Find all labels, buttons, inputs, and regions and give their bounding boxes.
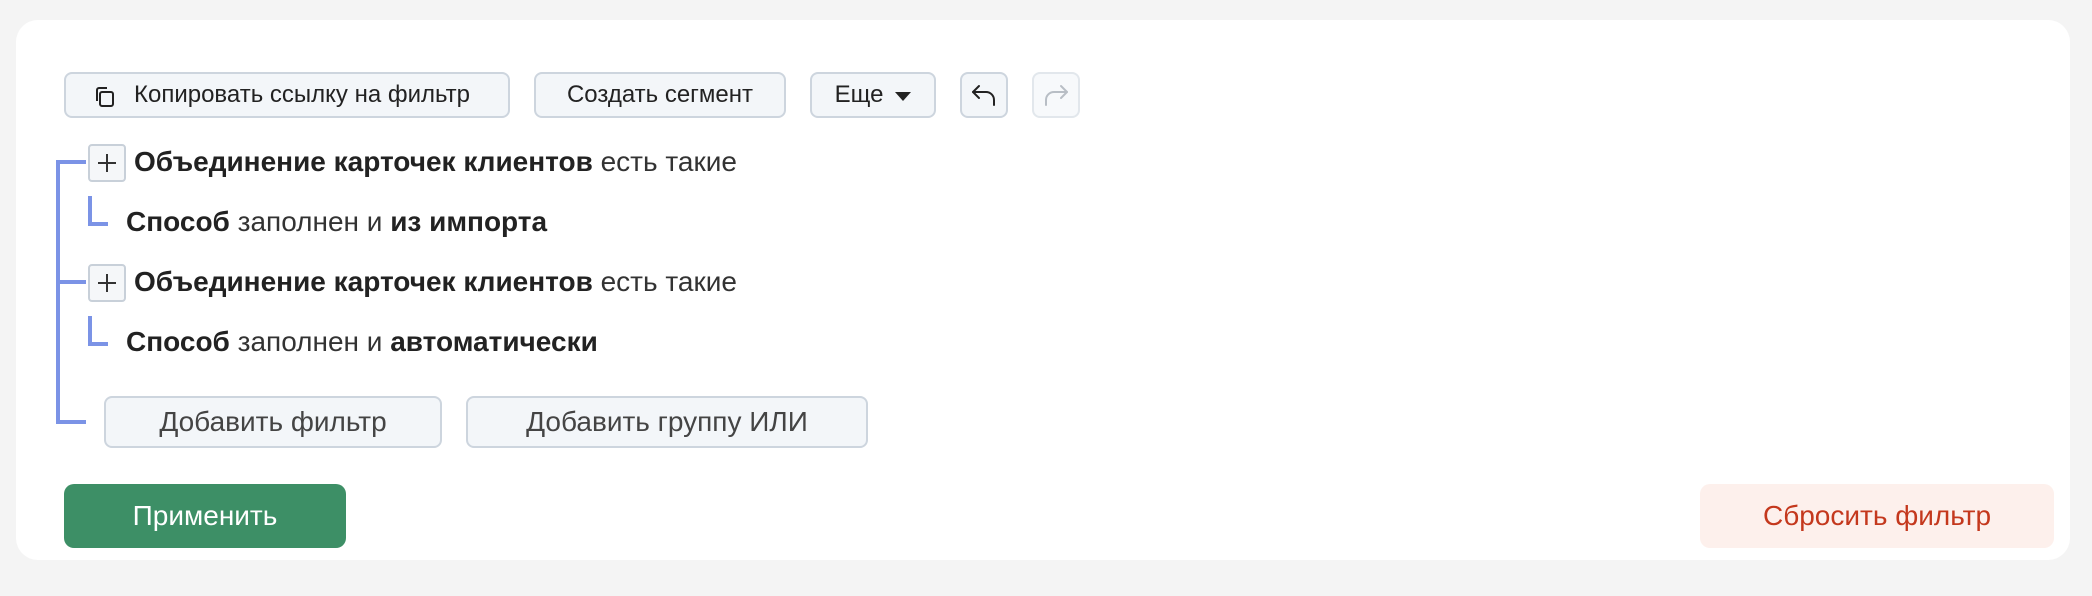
filter-field-name: Объединение карточек клиентов [134, 266, 593, 297]
reset-filter-button[interactable]: Сбросить фильтр [1700, 484, 2054, 548]
filter-condition: заполнен и [237, 206, 383, 237]
add-or-group-label: Добавить группу ИЛИ [526, 406, 808, 437]
plus-icon [98, 274, 116, 292]
expand-group-button[interactable] [88, 264, 126, 302]
filter-value: из импорта [390, 206, 548, 237]
filter-field-name: Способ [126, 326, 230, 357]
reset-filter-label: Сбросить фильтр [1762, 500, 1992, 531]
add-filter-button[interactable]: Добавить фильтр [104, 396, 442, 448]
copy-filter-link-button[interactable]: Копировать ссылку на фильтр [64, 72, 510, 118]
filter-group-row[interactable]: Объединение карточек клиентов есть такие [134, 265, 737, 299]
sub-condition-connector [88, 342, 108, 346]
bracket-mid-connector [56, 280, 86, 284]
caret-down-icon [895, 92, 912, 101]
filter-condition: есть такие [600, 146, 737, 177]
more-label: Еще [834, 81, 884, 108]
add-filter-label: Добавить фильтр [159, 406, 387, 437]
filter-value: автоматически [390, 326, 598, 357]
filter-field-name: Способ [126, 206, 230, 237]
create-segment-label: Создать сегмент [566, 81, 754, 108]
apply-label: Применить [132, 500, 278, 531]
apply-button[interactable]: Применить [64, 484, 346, 548]
copy-icon [96, 87, 114, 107]
undo-button[interactable] [960, 72, 1008, 118]
redo-button[interactable] [1032, 72, 1080, 118]
filter-group-row[interactable]: Объединение карточек клиентов есть такие [134, 145, 737, 179]
plus-icon [98, 154, 116, 172]
expand-group-button[interactable] [88, 144, 126, 182]
more-dropdown-button[interactable]: Еще [810, 72, 936, 118]
filter-condition: есть такие [600, 266, 737, 297]
filter-sub-condition-row[interactable]: Способ заполнен и автоматически [126, 325, 598, 359]
redo-icon [1045, 85, 1068, 106]
filter-sub-condition-row[interactable]: Способ заполнен и из импорта [126, 205, 547, 239]
create-segment-button[interactable]: Создать сегмент [534, 72, 786, 118]
filter-panel: Копировать ссылку на фильтр Создать сегм… [16, 20, 2070, 560]
filter-condition: заполнен и [237, 326, 383, 357]
or-group-bracket [56, 160, 60, 424]
add-or-group-button[interactable]: Добавить группу ИЛИ [466, 396, 868, 448]
sub-condition-connector [88, 222, 108, 226]
copy-filter-link-label: Копировать ссылку на фильтр [134, 81, 470, 108]
bracket-bottom-connector [56, 420, 86, 424]
bracket-top-connector [56, 160, 86, 164]
undo-icon [972, 85, 995, 106]
filter-field-name: Объединение карточек клиентов [134, 146, 593, 177]
